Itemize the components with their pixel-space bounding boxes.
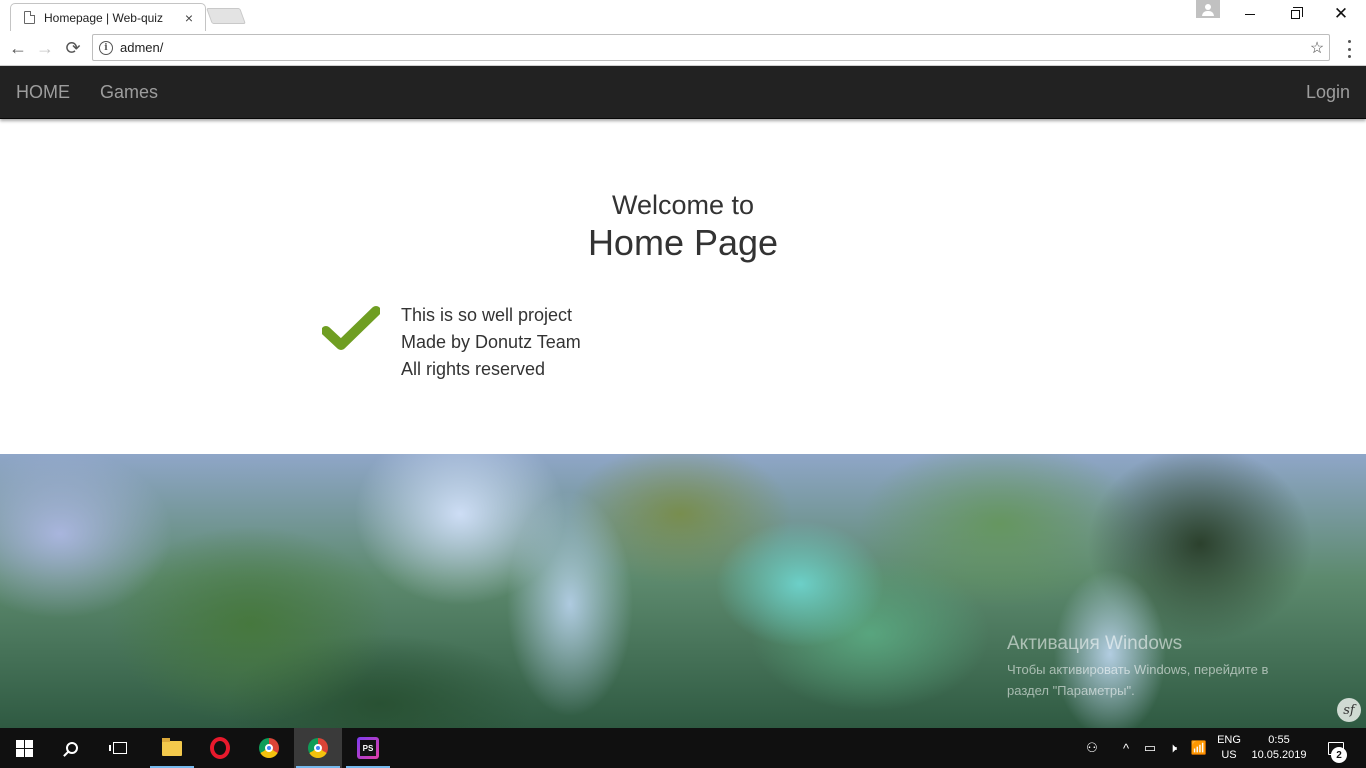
welcome-heading: Welcome to bbox=[611, 190, 755, 220]
system-clock[interactable]: 0:55 10.05.2019 bbox=[1248, 728, 1310, 768]
nav-link-games[interactable]: Games bbox=[100, 82, 158, 103]
profile-button[interactable] bbox=[1196, 0, 1220, 18]
minimize-button[interactable] bbox=[1227, 0, 1273, 28]
browser-tab-strip: Homepage | Web-quiz × ✕ bbox=[0, 0, 1366, 31]
forward-button[interactable]: → bbox=[33, 36, 57, 60]
language-indicator[interactable]: ENG US bbox=[1208, 728, 1250, 768]
opera-icon bbox=[210, 737, 230, 759]
opera-button[interactable] bbox=[196, 728, 244, 768]
browser-tab[interactable]: Homepage | Web-quiz × bbox=[10, 3, 206, 31]
activation-title: Активация Windows bbox=[1007, 633, 1183, 654]
clock-time: 0:55 bbox=[1268, 734, 1290, 746]
notification-count-badge: 2 bbox=[1331, 747, 1347, 763]
keyboard-layout: US bbox=[1221, 749, 1237, 761]
phpstorm-button[interactable]: PS bbox=[344, 728, 392, 768]
back-button[interactable]: ← bbox=[6, 36, 30, 60]
close-tab-icon[interactable]: × bbox=[181, 10, 197, 26]
page-title: Home Page bbox=[587, 222, 779, 263]
url-text[interactable]: admen/ bbox=[120, 40, 1305, 55]
checkmark-icon bbox=[322, 306, 380, 350]
nav-link-login[interactable]: Login bbox=[1306, 82, 1350, 103]
symfony-toolbar-icon[interactable]: sf bbox=[1337, 698, 1361, 722]
activation-text: раздел "Параметры". bbox=[1007, 683, 1135, 698]
battery-icon[interactable]: ▭ bbox=[1141, 728, 1159, 768]
folder-icon bbox=[162, 737, 182, 756]
info-line: All rights reserved bbox=[401, 359, 546, 379]
people-icon[interactable]: ⚇ bbox=[1080, 728, 1104, 768]
network-icon[interactable]: 📶 bbox=[1190, 728, 1208, 768]
site-navbar: HOME Games Login bbox=[0, 66, 1366, 119]
restore-button[interactable] bbox=[1272, 0, 1318, 28]
search-icon bbox=[66, 742, 78, 754]
browser-menu-icon[interactable] bbox=[1339, 40, 1359, 58]
close-window-button[interactable]: ✕ bbox=[1318, 0, 1364, 28]
phpstorm-icon: PS bbox=[357, 737, 379, 759]
chrome-icon bbox=[308, 738, 328, 758]
chrome-active-button[interactable] bbox=[294, 728, 342, 768]
windows-activation-watermark: Активация Windows Чтобы активировать Win… bbox=[1007, 633, 1268, 701]
language-code: ENG bbox=[1217, 734, 1241, 746]
clock-date: 10.05.2019 bbox=[1251, 749, 1307, 761]
start-button[interactable] bbox=[0, 728, 48, 768]
windows-logo-icon bbox=[15, 739, 33, 757]
nav-link-home[interactable]: HOME bbox=[16, 82, 70, 103]
file-explorer-button[interactable] bbox=[148, 728, 196, 768]
restore-icon bbox=[1290, 6, 1303, 19]
task-view-button[interactable] bbox=[96, 728, 144, 768]
bookmark-star-icon[interactable]: ☆ bbox=[1305, 38, 1329, 58]
browser-toolbar: ← → ⟳ i admen/ ☆ bbox=[0, 31, 1366, 66]
windows-taskbar: PS ⚇ ^ ▭ 🕨 📶 ENG US 0:55 10.05.2019 bbox=[0, 728, 1366, 768]
tab-title: Homepage | Web-quiz bbox=[44, 10, 163, 25]
info-line: Made by Donutz Team bbox=[401, 332, 581, 352]
project-info: This is so well project Made by Donutz T… bbox=[401, 302, 581, 383]
reload-button[interactable]: ⟳ bbox=[61, 36, 85, 60]
minimize-icon bbox=[1245, 13, 1255, 15]
activation-text: Чтобы активировать Windows, перейдите в bbox=[1007, 662, 1269, 677]
volume-icon[interactable]: 🕨 bbox=[1164, 728, 1182, 768]
address-bar[interactable]: i admen/ ☆ bbox=[92, 34, 1330, 61]
chrome-icon bbox=[259, 738, 279, 758]
site-info-icon[interactable]: i bbox=[99, 40, 113, 55]
chrome-button[interactable] bbox=[245, 728, 293, 768]
page-icon bbox=[24, 11, 35, 24]
taskbar-search-button[interactable] bbox=[48, 728, 96, 768]
new-tab-button[interactable] bbox=[206, 8, 246, 24]
task-view-icon bbox=[109, 742, 127, 754]
user-icon bbox=[1205, 4, 1211, 10]
show-hidden-icons-chevron-icon[interactable]: ^ bbox=[1118, 728, 1134, 768]
info-line: This is so well project bbox=[401, 305, 573, 325]
